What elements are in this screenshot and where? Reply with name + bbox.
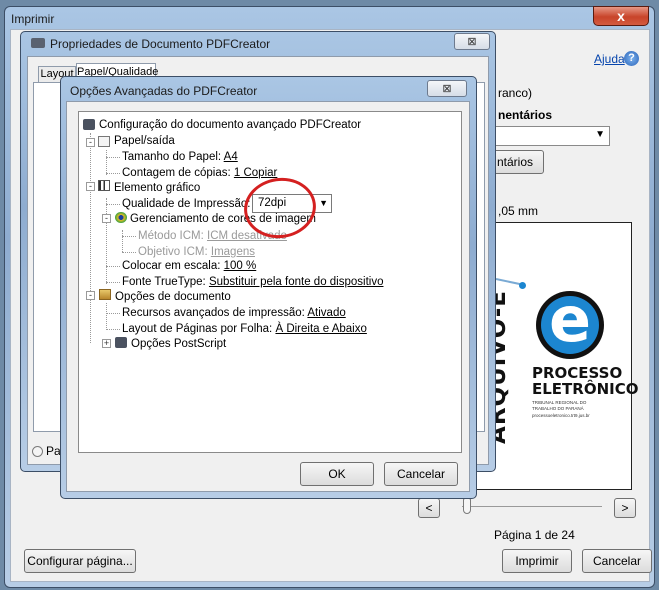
logo-small1: TRIBUNAL REGIONAL DO [532, 400, 587, 405]
tree-icm-target: Objetivo ICM: Imagens [138, 245, 255, 260]
logo-e-circle: e [536, 283, 604, 359]
pages-layout-value[interactable]: À Direita e Abaixo [275, 323, 366, 335]
preview-connector-dot [519, 282, 526, 289]
pages-layout-label: Layout de Páginas por Folha: [122, 323, 273, 335]
advanced-dialog-title: Opções Avançadas do PDFCreator [70, 84, 258, 98]
copies-value[interactable]: 1 Copiar [234, 167, 277, 179]
tree-paper-size[interactable]: Tamanho do Papel: A4 [122, 150, 238, 165]
tree-advanced-features[interactable]: Recursos avançados de impressão: Ativado [122, 306, 346, 321]
prev-page-button[interactable]: < [418, 498, 440, 518]
icm-target-value: Imagens [210, 246, 255, 258]
tree-line [90, 133, 91, 343]
print-dialog-title: Imprimir [11, 12, 55, 26]
close-icon: x [617, 8, 625, 24]
paper-icon [98, 136, 110, 147]
advanced-features-label: Recursos avançados de impressão: [122, 307, 305, 319]
tree-graphic[interactable]: Elemento gráfico [114, 181, 200, 196]
paper-size-label: Tamanho do Papel: [122, 151, 222, 163]
icm-method-label: Método ICM: [138, 230, 204, 242]
orientation-landscape-radio[interactable] [32, 446, 43, 457]
chevron-down-icon: ▼ [319, 198, 328, 208]
print-quality-label: Qualidade de Impressão: [122, 198, 251, 210]
tree-paper-output[interactable]: Papel/saída [114, 134, 175, 149]
advanced-close-button[interactable]: ⊠ [427, 80, 467, 97]
tree-line [122, 230, 123, 252]
chevron-down-icon: ▼ [595, 129, 605, 140]
color-management-icon [115, 212, 127, 223]
scale-label: Colocar em escala: [122, 260, 221, 272]
help-link[interactable]: Ajuda [594, 52, 625, 66]
comments-select[interactable]: ▼ [486, 126, 610, 146]
page-setup-button-label: Configurar página... [27, 554, 133, 568]
scale-value[interactable]: 100 % [224, 260, 257, 272]
document-options-icon [99, 289, 111, 300]
expand-icon[interactable]: + [102, 339, 111, 348]
collapse-icon[interactable]: - [102, 214, 111, 223]
chevron-right-icon: > [621, 501, 629, 515]
tree-scale[interactable]: Colocar em escala: 100 % [122, 259, 256, 274]
page-indicator: Página 1 de 24 [494, 528, 575, 542]
logo-e-letter: e [548, 283, 592, 356]
help-link-label: Ajuda [594, 52, 625, 66]
printer-icon [115, 337, 127, 348]
tree-document-options[interactable]: Opções de documento [115, 290, 231, 305]
print-dialog-close-button[interactable]: x [593, 6, 649, 26]
chart-icon [98, 180, 110, 191]
truetype-label: Fonte TrueType: [122, 276, 206, 288]
print-cancel-button[interactable]: Cancelar [582, 549, 652, 573]
truetype-value[interactable]: Substituir pela fonte do dispositivo [209, 276, 384, 288]
tree-root[interactable]: Configuração do documento avançado PDFCr… [99, 118, 361, 133]
help-icon[interactable]: ? [624, 51, 639, 66]
collapse-icon[interactable]: - [86, 291, 95, 300]
collapse-icon[interactable]: - [86, 182, 95, 191]
chevron-left-icon: < [425, 501, 433, 515]
next-page-button[interactable]: > [614, 498, 636, 518]
tree-line [106, 157, 120, 158]
logo-line2: ELETRÔNICO [532, 380, 639, 398]
tree-truetype[interactable]: Fonte TrueType: Substituir pela fonte do… [122, 275, 383, 290]
print-button-label: Imprimir [515, 554, 559, 568]
print-range-fragment: ranco) [498, 86, 533, 100]
tree-line [106, 150, 107, 175]
advanced-features-value[interactable]: Ativado [307, 307, 345, 319]
page-size-readout: ,05 mm [498, 204, 539, 218]
properties-close-button[interactable]: ⊠ [454, 33, 490, 50]
tree-pages-layout[interactable]: Layout de Páginas por Folha: À Direita e… [122, 322, 367, 337]
print-button[interactable]: Imprimir [502, 549, 572, 573]
ok-button[interactable]: OK [300, 462, 374, 486]
copies-label: Contagem de cópias: [122, 167, 231, 179]
close-icon: ⊠ [442, 83, 452, 95]
ok-button-label: OK [328, 467, 346, 481]
print-cancel-button-label: Cancelar [592, 554, 642, 568]
page-setup-button[interactable]: Configurar página... [24, 549, 136, 573]
tree-postscript[interactable]: Opções PostScript [131, 337, 226, 352]
tree-line [106, 204, 120, 205]
page-slider-thumb[interactable] [463, 498, 471, 514]
logo-small3: processoeletronico.trt9.jus.br [532, 413, 590, 418]
page-slider-track[interactable] [462, 506, 602, 507]
close-icon: ⊠ [467, 36, 477, 48]
tree-print-quality[interactable]: Qualidade de Impressão: [122, 197, 251, 212]
printer-icon [83, 119, 95, 130]
comments-heading: nentários [498, 108, 553, 122]
icm-target-label: Objetivo ICM: [138, 246, 208, 258]
tree-line [106, 303, 107, 328]
paper-size-value[interactable]: A4 [224, 151, 238, 163]
tree-line [122, 252, 136, 253]
tree-copies[interactable]: Contagem de cópias: 1 Copiar [122, 166, 277, 181]
tree-line [106, 313, 120, 314]
tree-line [106, 329, 120, 330]
collapse-icon[interactable]: - [86, 138, 95, 147]
logo-small2: TRABALHO DO PARANÁ [532, 406, 584, 411]
tree-line [122, 236, 136, 237]
advanced-cancel-button-label: Cancelar [396, 467, 446, 481]
tree-line [106, 266, 120, 267]
printer-icon [31, 38, 45, 48]
tree-line [106, 173, 120, 174]
comments-button-label: ntários [496, 155, 534, 169]
tree-line [106, 198, 107, 284]
advanced-cancel-button[interactable]: Cancelar [384, 462, 458, 486]
properties-dialog-title: Propriedades de Documento PDFCreator [50, 37, 271, 51]
tree-line [106, 282, 120, 283]
